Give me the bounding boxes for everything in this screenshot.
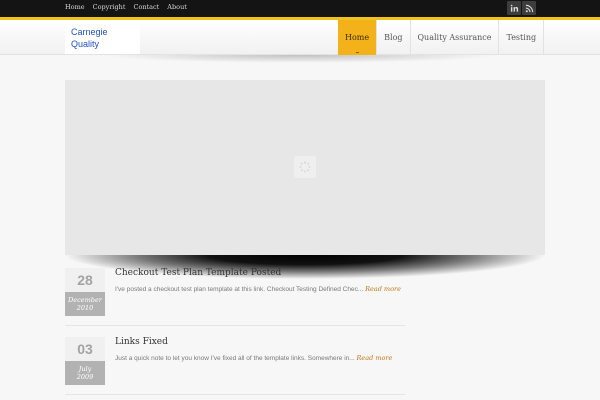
nav-item-blog[interactable]: Blog	[376, 20, 409, 55]
post-day: 28	[65, 268, 105, 292]
post-date: 03 July 2009	[65, 337, 105, 385]
top-link-about[interactable]: About	[167, 3, 187, 11]
post-divider	[65, 325, 405, 326]
top-link-home[interactable]: Home	[65, 3, 85, 11]
top-link-contact[interactable]: Contact	[133, 3, 159, 11]
nav-item-testing[interactable]: Testing	[498, 20, 545, 55]
post-excerpt: Just a quick note to let you know I've f…	[115, 353, 405, 364]
post-date: 28 December 2010	[65, 268, 105, 316]
main-nav: Home Blog Quality Assurance Testing	[338, 20, 545, 55]
nav-item-quality-assurance[interactable]: Quality Assurance	[409, 20, 499, 55]
header-shadow	[100, 55, 500, 63]
post-year: 2010	[76, 304, 94, 312]
site-logo[interactable]: Carnegie Quality	[65, 23, 140, 54]
post-excerpt: I've posted a checkout test plan templat…	[115, 284, 405, 295]
post-month: December	[68, 296, 102, 304]
post-title[interactable]: Links Fixed	[115, 337, 168, 347]
logo-line-1: Carnegie	[71, 27, 108, 37]
nav-item-home[interactable]: Home	[338, 20, 377, 55]
rss-icon[interactable]	[522, 1, 536, 15]
top-link-copyright[interactable]: Copyright	[93, 3, 126, 11]
post-year: 2009	[76, 373, 94, 381]
read-more-link[interactable]: Read more	[365, 285, 401, 293]
post-month-year: December 2010	[65, 292, 105, 316]
post-excerpt-text: Just a quick note to let you know I've f…	[115, 355, 355, 362]
post-title[interactable]: Checkout Test Plan Template Posted	[115, 268, 281, 278]
read-more-link[interactable]: Read more	[357, 354, 393, 362]
loading-spinner-icon	[294, 156, 316, 178]
top-links: Home Copyright Contact About	[65, 3, 187, 11]
post-month: July	[78, 365, 92, 373]
logo-line-2: Quality	[71, 39, 100, 49]
post-divider	[65, 394, 405, 395]
linkedin-icon[interactable]	[507, 1, 521, 15]
post-excerpt-text: I've posted a checkout test plan templat…	[115, 286, 364, 293]
post-month-year: July 2009	[65, 361, 105, 385]
post-day: 03	[65, 337, 105, 361]
